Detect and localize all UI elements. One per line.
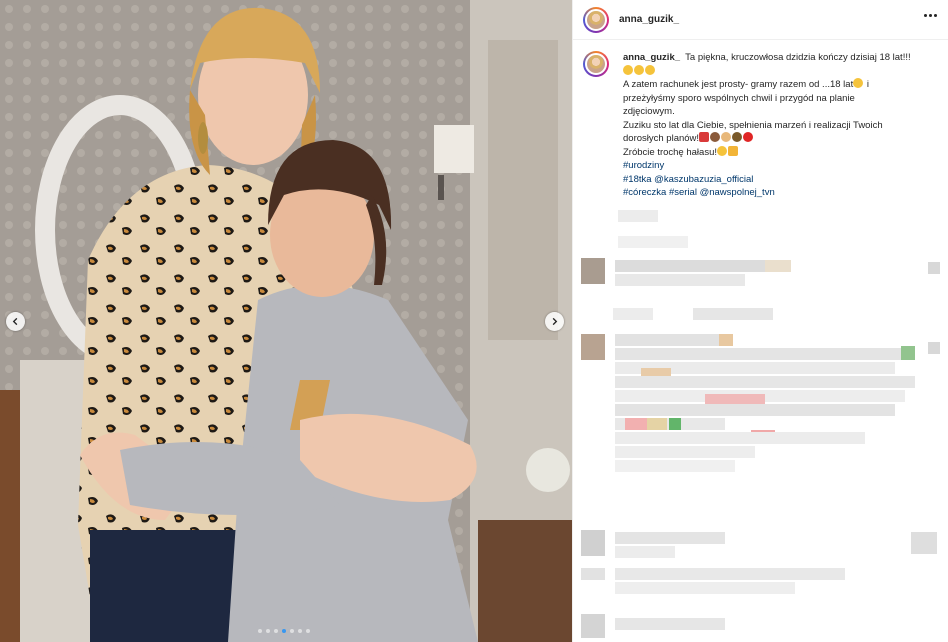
- hashtag-link[interactable]: #urodziny: [623, 159, 939, 173]
- header-username[interactable]: anna_guzik_: [619, 14, 679, 25]
- carousel-dot: [258, 629, 262, 633]
- post-side-panel: anna_guzik_ anna_guzik_ Ta piękna, krucz…: [572, 0, 948, 642]
- carousel-dot: [274, 629, 278, 633]
- previous-slide-button[interactable]: [6, 312, 25, 331]
- smile-emoji-icon: [634, 64, 644, 75]
- caption-line: A zatem rachunek jest prosty- gramy raze…: [623, 79, 854, 90]
- carousel-dot: [306, 629, 310, 633]
- blurred-comment: [581, 332, 921, 482]
- caption-line: i: [866, 79, 869, 90]
- blurred-comment-meta: [613, 308, 773, 320]
- post-caption: anna_guzik_ Ta piękna, kruczowłosa dzidz…: [583, 51, 939, 200]
- post-photo[interactable]: [0, 0, 572, 642]
- caption-line: przeżyłyśmy sporo wspólnych chwil i przy…: [623, 92, 855, 104]
- smile-emoji-icon: [623, 64, 633, 75]
- emoji-row: [623, 64, 939, 79]
- hashtag-link[interactable]: #serial: [669, 187, 697, 198]
- caption-username[interactable]: anna_guzik_: [623, 52, 680, 63]
- grin-emoji-icon: [717, 145, 727, 156]
- carousel-dot: [298, 629, 302, 633]
- carousel-dot-active: [282, 629, 286, 633]
- post-header: anna_guzik_: [573, 0, 948, 40]
- cake-emoji-icon: [710, 132, 721, 142]
- blurred-comment: [581, 258, 801, 298]
- caption-line: zdjęciowym.: [623, 106, 675, 117]
- caption-avatar[interactable]: [583, 51, 609, 77]
- caption-line: Zróbcie trochę hałasu!: [623, 146, 717, 158]
- avatar[interactable]: [583, 6, 609, 33]
- blurred-comment: [618, 236, 688, 248]
- chevron-left-icon: [12, 317, 18, 326]
- caption-text: anna_guzik_ Ta piękna, kruczowłosa dzidz…: [623, 51, 939, 200]
- party-popper-emoji-icon: [732, 132, 743, 142]
- laugh-emoji-icon: [853, 78, 864, 88]
- rose-emoji-icon: [699, 132, 710, 142]
- smile-emoji-icon: [645, 64, 655, 75]
- chevron-right-icon: [552, 317, 558, 326]
- blurred-like-button: [928, 342, 940, 354]
- mention-link[interactable]: @nawspolnej_tvn: [700, 187, 775, 198]
- carousel-indicator: [258, 629, 310, 633]
- heart-emoji-icon: [743, 132, 754, 142]
- more-options-icon[interactable]: [924, 14, 937, 17]
- blurred-like-button: [928, 262, 940, 274]
- mention-link[interactable]: @kaszubazuzia_official: [654, 174, 753, 185]
- carousel-dot: [290, 629, 294, 633]
- blurred-comment: [581, 568, 851, 598]
- blurred-timestamp: [618, 210, 658, 222]
- blurred-comment: [581, 530, 941, 560]
- blurred-comment: [581, 614, 731, 638]
- hashtag-link[interactable]: #18tka: [623, 174, 652, 185]
- hashtag-link[interactable]: #córeczka: [623, 187, 666, 198]
- caption-headline: Ta piękna, kruczowłosa dzidzia kończy dz…: [685, 52, 911, 63]
- caption-line: Zuziku sto lat dla Ciebie, spełnienia ma…: [623, 119, 883, 131]
- next-slide-button[interactable]: [545, 312, 564, 331]
- carousel-dot: [266, 629, 270, 633]
- photo-image: [0, 0, 572, 642]
- caption-line: dorosłych planów!: [623, 133, 700, 144]
- champagne-emoji-icon: [721, 132, 732, 142]
- thumbs-up-emoji-icon: [728, 145, 738, 156]
